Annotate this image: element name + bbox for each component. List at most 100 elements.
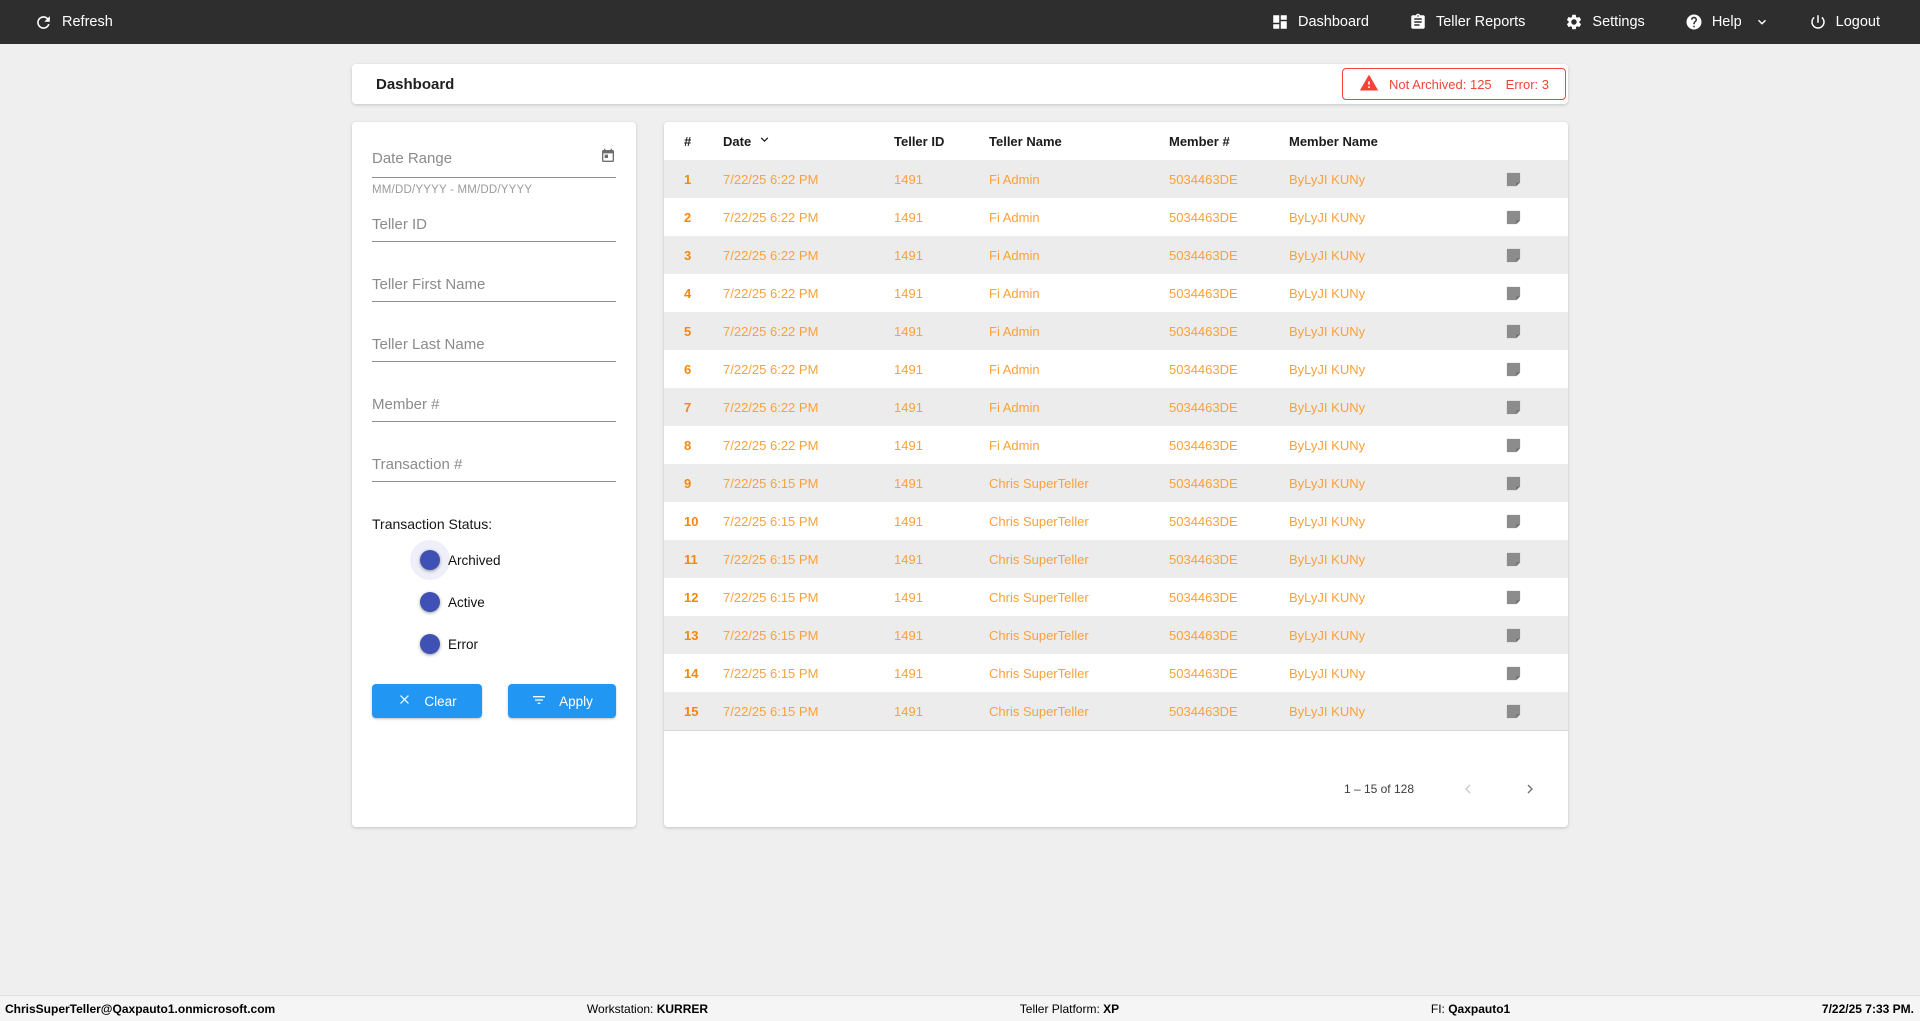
note-icon[interactable] [1491,209,1554,226]
member-number-placeholder: Member # [372,396,440,413]
teller-first-name-field[interactable]: Teller First Name [372,276,616,302]
note-icon[interactable] [1491,703,1554,720]
date-range-placeholder: Date Range [372,150,452,167]
row-member-number: 5034463DE [1169,324,1289,339]
note-icon[interactable] [1491,513,1554,530]
filter-icon [531,692,547,711]
transaction-status-label: Transaction Status: [372,516,616,532]
member-number-field[interactable]: Member # [372,396,616,422]
row-teller-id: 1491 [894,628,989,643]
table-row[interactable]: 7 7/22/25 6:22 PM 1491 Fi Admin 5034463D… [664,388,1568,426]
status-fi: FI: Qaxpauto1 [1431,1002,1510,1016]
table-row[interactable]: 10 7/22/25 6:15 PM 1491 Chris SuperTelle… [664,502,1568,540]
table-row[interactable]: 2 7/22/25 6:22 PM 1491 Fi Admin 5034463D… [664,198,1568,236]
note-icon[interactable] [1491,323,1554,340]
table-row[interactable]: 12 7/22/25 6:15 PM 1491 Chris SuperTelle… [664,578,1568,616]
previous-page-button[interactable] [1460,781,1476,797]
table-row[interactable]: 15 7/22/25 6:15 PM 1491 Chris SuperTelle… [664,692,1568,730]
nav-dashboard[interactable]: Dashboard [1271,13,1369,31]
table-header-row: # Date Teller ID Teller Name Member # Me… [664,122,1568,160]
nav-help[interactable]: Help [1685,13,1769,31]
note-icon[interactable] [1491,247,1554,264]
page-title-bar: Dashboard Not Archived: 125 Error: 3 [352,64,1568,104]
nav-teller-reports[interactable]: Teller Reports [1409,13,1525,31]
top-navigation-bar: Refresh Dashboard Teller Reports Setting… [0,0,1920,44]
table-row[interactable]: 9 7/22/25 6:15 PM 1491 Chris SuperTeller… [664,464,1568,502]
row-number: 2 [684,210,723,225]
table-row[interactable]: 3 7/22/25 6:22 PM 1491 Fi Admin 5034463D… [664,236,1568,274]
table-row[interactable]: 8 7/22/25 6:22 PM 1491 Fi Admin 5034463D… [664,426,1568,464]
note-icon[interactable] [1491,285,1554,302]
teller-last-name-field[interactable]: Teller Last Name [372,336,616,362]
refresh-label: Refresh [62,14,113,30]
row-teller-id: 1491 [894,552,989,567]
apply-button[interactable]: Apply [508,684,616,718]
row-member-name: ByLyJI KUNy [1289,362,1491,377]
note-icon[interactable] [1491,627,1554,644]
table-row[interactable]: 4 7/22/25 6:22 PM 1491 Fi Admin 5034463D… [664,274,1568,312]
note-icon[interactable] [1491,589,1554,606]
nav-logout[interactable]: Logout [1809,13,1880,31]
row-member-name: ByLyJI KUNy [1289,476,1491,491]
row-number: 3 [684,248,723,263]
nav-dashboard-label: Dashboard [1298,14,1369,30]
clear-x-icon [397,692,412,710]
row-number: 7 [684,400,723,415]
table-row[interactable]: 13 7/22/25 6:15 PM 1491 Chris SuperTelle… [664,616,1568,654]
row-member-name: ByLyJI KUNy [1289,704,1491,719]
note-icon[interactable] [1491,551,1554,568]
teller-id-field[interactable]: Teller ID [372,216,616,242]
row-teller-id: 1491 [894,210,989,225]
refresh-icon [34,13,53,32]
row-teller-name: Chris SuperTeller [989,628,1169,643]
transaction-number-field[interactable]: Transaction # [372,456,616,482]
row-teller-id: 1491 [894,438,989,453]
active-toggle[interactable] [402,595,436,609]
row-member-number: 5034463DE [1169,666,1289,681]
row-date: 7/22/25 6:15 PM [723,590,894,605]
chevron-down-icon [1755,15,1769,29]
column-header-number: # [684,134,723,149]
row-date: 7/22/25 6:22 PM [723,172,894,187]
next-page-button[interactable] [1522,781,1538,797]
note-icon[interactable] [1491,437,1554,454]
row-number: 8 [684,438,723,453]
toggle-row-archived: Archived [402,550,616,570]
table-row[interactable]: 11 7/22/25 6:15 PM 1491 Chris SuperTelle… [664,540,1568,578]
nav-settings[interactable]: Settings [1565,13,1644,31]
nav-logout-label: Logout [1836,14,1880,30]
note-icon[interactable] [1491,475,1554,492]
pagination: 1 – 15 of 128 [664,781,1568,797]
row-member-number: 5034463DE [1169,210,1289,225]
column-header-date[interactable]: Date [723,132,894,150]
logout-icon [1809,13,1827,31]
date-range-field[interactable]: Date Range MM/DD/YYYY - MM/DD/YYYY [372,148,616,196]
note-icon[interactable] [1491,361,1554,378]
row-number: 12 [684,590,723,605]
row-teller-name: Fi Admin [989,210,1169,225]
note-icon[interactable] [1491,665,1554,682]
error-toggle[interactable] [402,637,436,651]
clear-button[interactable]: Clear [372,684,482,718]
table-row[interactable]: 6 7/22/25 6:22 PM 1491 Fi Admin 5034463D… [664,350,1568,388]
row-teller-name: Fi Admin [989,438,1169,453]
table-row[interactable]: 14 7/22/25 6:15 PM 1491 Chris SuperTelle… [664,654,1568,692]
calendar-icon[interactable] [600,148,616,169]
archived-toggle[interactable] [402,553,436,567]
refresh-button[interactable]: Refresh [34,13,113,32]
row-teller-name: Fi Admin [989,400,1169,415]
table-row[interactable]: 5 7/22/25 6:22 PM 1491 Fi Admin 5034463D… [664,312,1568,350]
transaction-number-placeholder: Transaction # [372,456,462,473]
row-teller-name: Fi Admin [989,286,1169,301]
page-title: Dashboard [376,76,454,93]
row-date: 7/22/25 6:22 PM [723,210,894,225]
row-member-name: ByLyJI KUNy [1289,590,1491,605]
note-icon[interactable] [1491,171,1554,188]
table-row[interactable]: 1 7/22/25 6:22 PM 1491 Fi Admin 5034463D… [664,160,1568,198]
row-teller-id: 1491 [894,172,989,187]
teller-last-name-placeholder: Teller Last Name [372,336,485,353]
row-member-number: 5034463DE [1169,552,1289,567]
row-teller-name: Chris SuperTeller [989,590,1169,605]
note-icon[interactable] [1491,399,1554,416]
row-date: 7/22/25 6:22 PM [723,286,894,301]
